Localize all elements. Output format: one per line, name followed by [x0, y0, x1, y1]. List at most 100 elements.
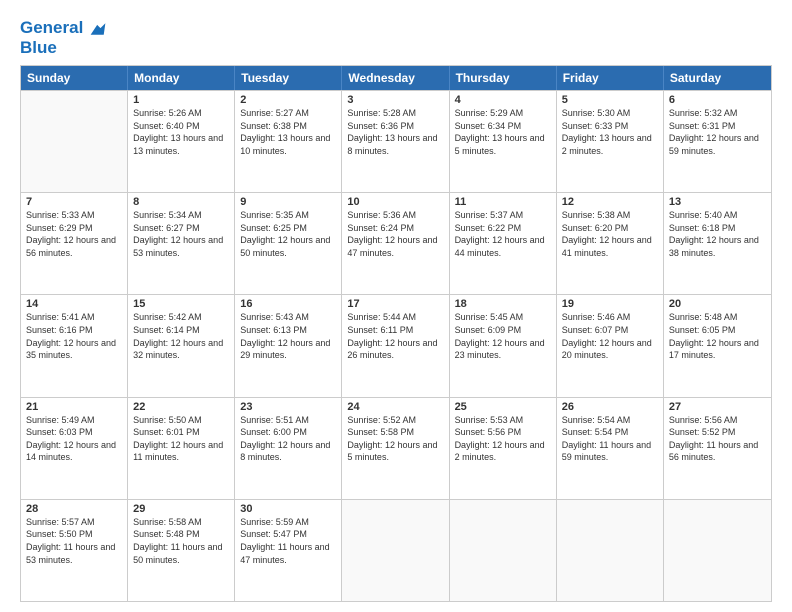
day-cell-27: 27Sunrise: 5:56 AMSunset: 5:52 PMDayligh… — [664, 398, 771, 499]
day-info: Sunrise: 5:58 AMSunset: 5:48 PMDaylight:… — [133, 516, 229, 566]
day-number: 2 — [240, 94, 336, 106]
day-number: 20 — [669, 298, 766, 310]
day-cell-7: 7Sunrise: 5:33 AMSunset: 6:29 PMDaylight… — [21, 193, 128, 294]
day-number: 6 — [669, 94, 766, 106]
day-cell-10: 10Sunrise: 5:36 AMSunset: 6:24 PMDayligh… — [342, 193, 449, 294]
day-number: 4 — [455, 94, 551, 106]
day-info: Sunrise: 5:33 AMSunset: 6:29 PMDaylight:… — [26, 209, 122, 259]
day-info: Sunrise: 5:53 AMSunset: 5:56 PMDaylight:… — [455, 414, 551, 464]
day-info: Sunrise: 5:45 AMSunset: 6:09 PMDaylight:… — [455, 311, 551, 361]
calendar-week-1: 1Sunrise: 5:26 AMSunset: 6:40 PMDaylight… — [21, 90, 771, 192]
day-info: Sunrise: 5:48 AMSunset: 6:05 PMDaylight:… — [669, 311, 766, 361]
day-number: 13 — [669, 196, 766, 208]
day-info: Sunrise: 5:41 AMSunset: 6:16 PMDaylight:… — [26, 311, 122, 361]
calendar-week-3: 14Sunrise: 5:41 AMSunset: 6:16 PMDayligh… — [21, 294, 771, 396]
day-info: Sunrise: 5:32 AMSunset: 6:31 PMDaylight:… — [669, 107, 766, 157]
day-info: Sunrise: 5:26 AMSunset: 6:40 PMDaylight:… — [133, 107, 229, 157]
calendar: SundayMondayTuesdayWednesdayThursdayFrid… — [20, 65, 772, 602]
empty-cell — [21, 91, 128, 192]
day-number: 30 — [240, 503, 336, 515]
page: General Blue SundayMondayTuesdayWednesda… — [0, 0, 792, 612]
day-number: 15 — [133, 298, 229, 310]
day-info: Sunrise: 5:35 AMSunset: 6:25 PMDaylight:… — [240, 209, 336, 259]
day-info: Sunrise: 5:59 AMSunset: 5:47 PMDaylight:… — [240, 516, 336, 566]
day-cell-23: 23Sunrise: 5:51 AMSunset: 6:00 PMDayligh… — [235, 398, 342, 499]
day-cell-16: 16Sunrise: 5:43 AMSunset: 6:13 PMDayligh… — [235, 295, 342, 396]
day-info: Sunrise: 5:50 AMSunset: 6:01 PMDaylight:… — [133, 414, 229, 464]
weekday-header-sunday: Sunday — [21, 66, 128, 90]
weekday-header-tuesday: Tuesday — [235, 66, 342, 90]
day-number: 1 — [133, 94, 229, 106]
day-cell-6: 6Sunrise: 5:32 AMSunset: 6:31 PMDaylight… — [664, 91, 771, 192]
day-number: 26 — [562, 401, 658, 413]
day-cell-20: 20Sunrise: 5:48 AMSunset: 6:05 PMDayligh… — [664, 295, 771, 396]
day-info: Sunrise: 5:46 AMSunset: 6:07 PMDaylight:… — [562, 311, 658, 361]
day-number: 7 — [26, 196, 122, 208]
day-info: Sunrise: 5:40 AMSunset: 6:18 PMDaylight:… — [669, 209, 766, 259]
weekday-header-friday: Friday — [557, 66, 664, 90]
day-info: Sunrise: 5:34 AMSunset: 6:27 PMDaylight:… — [133, 209, 229, 259]
calendar-week-5: 28Sunrise: 5:57 AMSunset: 5:50 PMDayligh… — [21, 499, 771, 601]
day-cell-2: 2Sunrise: 5:27 AMSunset: 6:38 PMDaylight… — [235, 91, 342, 192]
header: General Blue — [20, 18, 772, 57]
logo-blue: Blue — [20, 38, 107, 58]
logo-bird-icon — [89, 20, 107, 38]
day-number: 5 — [562, 94, 658, 106]
calendar-header: SundayMondayTuesdayWednesdayThursdayFrid… — [21, 66, 771, 90]
empty-cell — [557, 500, 664, 601]
calendar-week-2: 7Sunrise: 5:33 AMSunset: 6:29 PMDaylight… — [21, 192, 771, 294]
day-info: Sunrise: 5:44 AMSunset: 6:11 PMDaylight:… — [347, 311, 443, 361]
day-number: 8 — [133, 196, 229, 208]
day-cell-30: 30Sunrise: 5:59 AMSunset: 5:47 PMDayligh… — [235, 500, 342, 601]
day-cell-29: 29Sunrise: 5:58 AMSunset: 5:48 PMDayligh… — [128, 500, 235, 601]
day-number: 17 — [347, 298, 443, 310]
day-info: Sunrise: 5:57 AMSunset: 5:50 PMDaylight:… — [26, 516, 122, 566]
day-info: Sunrise: 5:56 AMSunset: 5:52 PMDaylight:… — [669, 414, 766, 464]
day-info: Sunrise: 5:52 AMSunset: 5:58 PMDaylight:… — [347, 414, 443, 464]
day-cell-22: 22Sunrise: 5:50 AMSunset: 6:01 PMDayligh… — [128, 398, 235, 499]
day-cell-12: 12Sunrise: 5:38 AMSunset: 6:20 PMDayligh… — [557, 193, 664, 294]
day-info: Sunrise: 5:29 AMSunset: 6:34 PMDaylight:… — [455, 107, 551, 157]
day-cell-11: 11Sunrise: 5:37 AMSunset: 6:22 PMDayligh… — [450, 193, 557, 294]
day-number: 19 — [562, 298, 658, 310]
day-cell-17: 17Sunrise: 5:44 AMSunset: 6:11 PMDayligh… — [342, 295, 449, 396]
day-cell-3: 3Sunrise: 5:28 AMSunset: 6:36 PMDaylight… — [342, 91, 449, 192]
day-cell-8: 8Sunrise: 5:34 AMSunset: 6:27 PMDaylight… — [128, 193, 235, 294]
day-cell-21: 21Sunrise: 5:49 AMSunset: 6:03 PMDayligh… — [21, 398, 128, 499]
calendar-body: 1Sunrise: 5:26 AMSunset: 6:40 PMDaylight… — [21, 90, 771, 601]
day-cell-28: 28Sunrise: 5:57 AMSunset: 5:50 PMDayligh… — [21, 500, 128, 601]
day-cell-15: 15Sunrise: 5:42 AMSunset: 6:14 PMDayligh… — [128, 295, 235, 396]
day-cell-18: 18Sunrise: 5:45 AMSunset: 6:09 PMDayligh… — [450, 295, 557, 396]
day-number: 23 — [240, 401, 336, 413]
day-number: 29 — [133, 503, 229, 515]
day-number: 28 — [26, 503, 122, 515]
weekday-header-thursday: Thursday — [450, 66, 557, 90]
day-number: 21 — [26, 401, 122, 413]
empty-cell — [342, 500, 449, 601]
day-info: Sunrise: 5:30 AMSunset: 6:33 PMDaylight:… — [562, 107, 658, 157]
day-cell-4: 4Sunrise: 5:29 AMSunset: 6:34 PMDaylight… — [450, 91, 557, 192]
day-number: 12 — [562, 196, 658, 208]
day-number: 24 — [347, 401, 443, 413]
day-info: Sunrise: 5:37 AMSunset: 6:22 PMDaylight:… — [455, 209, 551, 259]
weekday-header-saturday: Saturday — [664, 66, 771, 90]
day-info: Sunrise: 5:38 AMSunset: 6:20 PMDaylight:… — [562, 209, 658, 259]
logo-general: General — [20, 18, 83, 37]
day-cell-5: 5Sunrise: 5:30 AMSunset: 6:33 PMDaylight… — [557, 91, 664, 192]
day-cell-9: 9Sunrise: 5:35 AMSunset: 6:25 PMDaylight… — [235, 193, 342, 294]
empty-cell — [664, 500, 771, 601]
calendar-week-4: 21Sunrise: 5:49 AMSunset: 6:03 PMDayligh… — [21, 397, 771, 499]
day-number: 18 — [455, 298, 551, 310]
day-cell-19: 19Sunrise: 5:46 AMSunset: 6:07 PMDayligh… — [557, 295, 664, 396]
day-number: 25 — [455, 401, 551, 413]
weekday-header-wednesday: Wednesday — [342, 66, 449, 90]
day-number: 22 — [133, 401, 229, 413]
day-number: 10 — [347, 196, 443, 208]
day-number: 14 — [26, 298, 122, 310]
empty-cell — [450, 500, 557, 601]
day-number: 3 — [347, 94, 443, 106]
day-cell-1: 1Sunrise: 5:26 AMSunset: 6:40 PMDaylight… — [128, 91, 235, 192]
day-number: 11 — [455, 196, 551, 208]
day-info: Sunrise: 5:51 AMSunset: 6:00 PMDaylight:… — [240, 414, 336, 464]
weekday-header-monday: Monday — [128, 66, 235, 90]
